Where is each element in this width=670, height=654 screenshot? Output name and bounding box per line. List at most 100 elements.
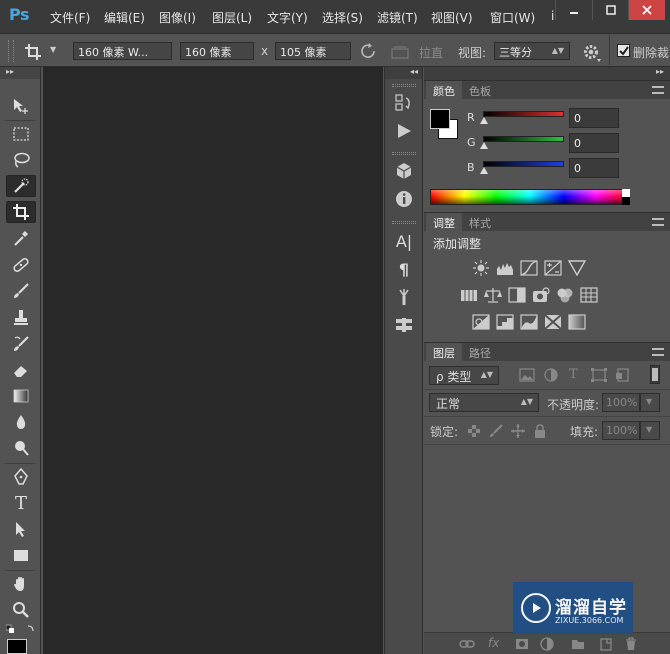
foreground-color-swatch[interactable] <box>430 109 450 129</box>
dock-header[interactable]: ◂◂ <box>385 67 422 79</box>
crop-tool-icon[interactable] <box>24 43 42 61</box>
menu-image[interactable]: 图像(I) <box>159 9 196 26</box>
actions-panel-button[interactable] <box>393 120 415 142</box>
crop-width-input[interactable]: 160 像素 <box>180 42 254 60</box>
expand-tools-icon[interactable]: ▸▸ <box>6 67 14 76</box>
new-group-icon[interactable] <box>571 637 585 651</box>
eyedropper-tool[interactable] <box>6 227 36 249</box>
add-mask-icon[interactable] <box>515 638 529 650</box>
menu-select[interactable]: 选择(S) <box>322 9 363 26</box>
menu-window[interactable]: 窗口(W) <box>490 9 535 26</box>
crop-ratio-select[interactable]: 160 像素 W... <box>73 42 172 60</box>
color-lookup-icon[interactable] <box>580 287 598 303</box>
collapse-panels-icon[interactable]: ▸▸ <box>656 67 664 76</box>
channel-mixer-icon[interactable] <box>556 287 574 303</box>
layer-filter-kind-select[interactable]: ρ 类型 ▲▼ <box>429 366 499 385</box>
lasso-tool[interactable] <box>6 149 36 171</box>
trash-icon[interactable] <box>624 637 638 651</box>
levels-icon[interactable] <box>496 260 514 276</box>
info-panel-button[interactable] <box>393 188 415 210</box>
adjustments-panel-menu-icon[interactable] <box>652 218 664 226</box>
tab-paths[interactable]: 路径 <box>462 343 498 361</box>
layers-panel-menu-icon[interactable] <box>652 348 664 356</box>
marquee-tool[interactable] <box>6 123 36 145</box>
3d-panel-button[interactable] <box>393 160 415 182</box>
invert-icon[interactable] <box>472 314 490 330</box>
tools-panel-header[interactable]: ▸▸ <box>0 67 40 79</box>
lock-position-icon[interactable] <box>511 424 525 438</box>
type-layer-filter-icon[interactable]: T <box>569 367 578 382</box>
vibrance-icon[interactable] <box>568 260 586 276</box>
default-colors-icon[interactable] <box>5 624 36 634</box>
shape-layer-filter-icon[interactable] <box>591 368 607 382</box>
hue-saturation-icon[interactable] <box>460 287 478 303</box>
move-tool[interactable] <box>6 95 36 117</box>
blend-mode-select[interactable]: 正常 ▲▼ <box>429 393 539 412</box>
menu-view[interactable]: 视图(V) <box>431 9 473 26</box>
clear-rotate-icon[interactable] <box>360 43 377 60</box>
menu-type[interactable]: 文字(Y) <box>267 9 308 26</box>
menu-layer[interactable]: 图层(L) <box>212 9 252 26</box>
collapse-dock-icon[interactable]: ◂◂ <box>410 67 418 76</box>
gear-icon[interactable] <box>582 43 602 63</box>
dodge-tool[interactable] <box>6 437 36 459</box>
maximize-button[interactable] <box>593 0 630 20</box>
spectrum-black-swatch[interactable] <box>622 197 630 205</box>
slider-thumb-icon[interactable] <box>480 142 488 149</box>
tool-preset-caret-icon[interactable]: ▼ <box>50 45 56 54</box>
gradient-map-icon[interactable] <box>568 314 586 330</box>
menu-edit[interactable]: 编辑(E) <box>104 9 145 26</box>
pixel-layer-filter-icon[interactable] <box>519 368 535 382</box>
tab-adjustments[interactable]: 调整 <box>426 213 462 231</box>
straighten-icon[interactable] <box>391 44 409 59</box>
history-brush-tool[interactable] <box>6 333 36 355</box>
layer-filter-toggle[interactable] <box>650 365 660 384</box>
delete-cropped-checkbox[interactable] <box>617 44 630 57</box>
layer-style-fx-icon[interactable]: fx <box>488 636 499 650</box>
green-value-input[interactable]: 0 <box>569 133 619 153</box>
foreground-color-swatch[interactable] <box>7 639 27 654</box>
clone-source-panel-button[interactable] <box>393 314 415 336</box>
document-canvas-area[interactable] <box>43 67 383 654</box>
path-select-tool[interactable] <box>6 518 36 540</box>
pen-tool[interactable] <box>6 466 36 488</box>
lock-all-icon[interactable] <box>533 424 547 438</box>
quick-select-tool[interactable] <box>6 175 36 197</box>
dock-grip[interactable] <box>392 221 416 224</box>
clone-stamp-tool[interactable] <box>6 307 36 329</box>
green-slider[interactable] <box>483 136 564 142</box>
straighten-label[interactable]: 拉直 <box>419 44 443 61</box>
panel-column-header[interactable]: ▸▸ <box>424 67 670 80</box>
new-layer-icon[interactable] <box>599 637 613 651</box>
smart-object-filter-icon[interactable] <box>615 368 631 382</box>
brush-presets-panel-button[interactable] <box>393 286 415 308</box>
blue-slider[interactable] <box>483 161 564 167</box>
color-balance-icon[interactable] <box>484 287 502 303</box>
adjustment-layer-filter-icon[interactable] <box>543 368 559 382</box>
brush-tool[interactable] <box>6 280 36 302</box>
blur-tool[interactable] <box>6 411 36 433</box>
spectrum-white-swatch[interactable] <box>622 189 630 197</box>
menu-filter[interactable]: 滤镜(T) <box>377 9 418 26</box>
hand-tool[interactable] <box>6 573 36 595</box>
threshold-icon[interactable] <box>520 314 538 330</box>
curves-icon[interactable] <box>520 260 538 276</box>
link-layers-icon[interactable] <box>459 638 475 650</box>
fill-slider-toggle[interactable]: ▼ <box>640 421 660 440</box>
brightness-contrast-icon[interactable] <box>472 260 490 276</box>
zoom-tool[interactable] <box>6 599 36 621</box>
eraser-tool[interactable] <box>6 359 36 381</box>
tab-color[interactable]: 颜色 <box>426 81 462 99</box>
history-panel-button[interactable] <box>393 92 415 114</box>
tab-layers[interactable]: 图层 <box>426 343 462 361</box>
minimize-button[interactable] <box>556 0 593 20</box>
lock-transparent-pixels-icon[interactable] <box>467 424 481 438</box>
healing-brush-tool[interactable] <box>6 254 36 276</box>
swap-dimension-label[interactable]: x <box>261 44 268 58</box>
posterize-icon[interactable] <box>496 314 514 330</box>
red-value-input[interactable]: 0 <box>569 108 619 128</box>
slider-thumb-icon[interactable] <box>480 167 488 174</box>
dock-grip[interactable] <box>392 84 416 87</box>
red-slider[interactable] <box>483 111 564 117</box>
opacity-input[interactable]: 100% <box>602 393 640 412</box>
